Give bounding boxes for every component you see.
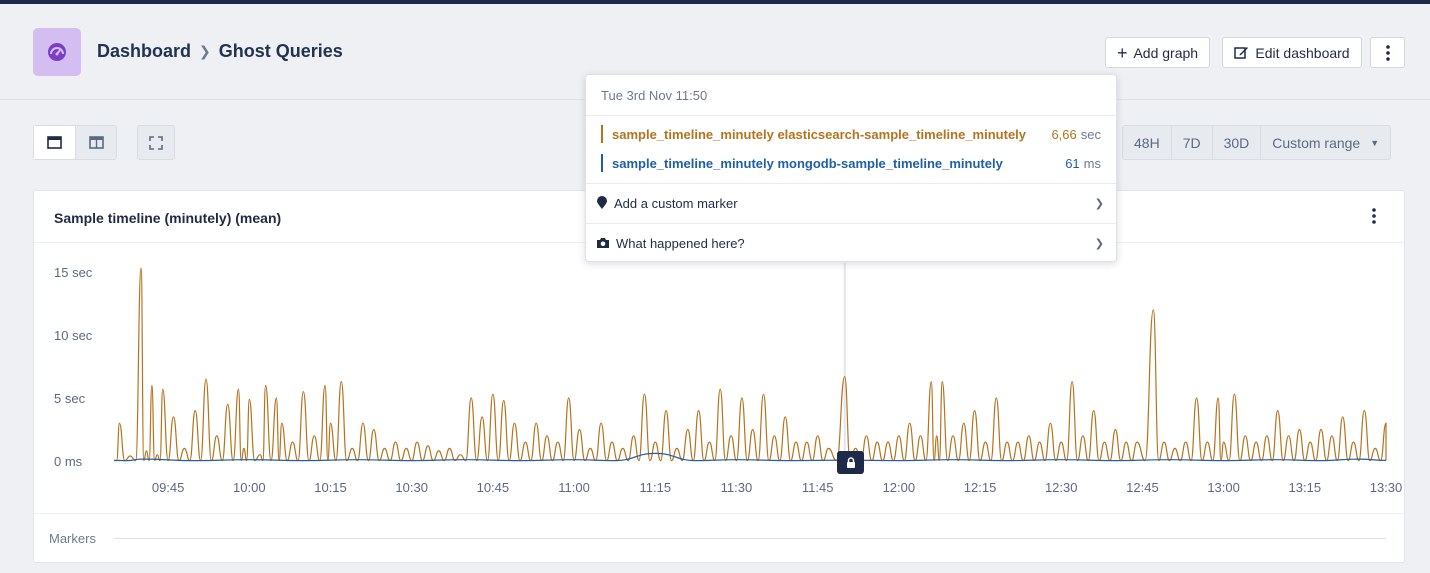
x-tick-label: 13:30 (1370, 480, 1403, 495)
range-7d[interactable]: 7D (1172, 126, 1213, 159)
two-column-button[interactable] (76, 126, 116, 159)
timeline-chart[interactable]: 0 ms 5 sec 10 sec 15 sec 09:45 10:00 10:15 10:3… (34, 243, 1406, 513)
edit-icon (1234, 47, 1249, 59)
tooltip-divider (586, 183, 1116, 184)
custom-range-dropdown[interactable]: Custom range ▼ (1261, 126, 1390, 159)
markers-divider (34, 513, 1404, 514)
camera-icon (597, 238, 609, 248)
markers-track (114, 538, 1386, 539)
x-tick-label: 12:30 (1045, 480, 1078, 495)
single-column-icon (47, 136, 62, 149)
lock-icon (846, 456, 855, 468)
what-happened-label: What happened here? (616, 235, 745, 251)
single-column-button[interactable] (34, 126, 76, 159)
x-tick-label: 10:30 (395, 480, 428, 495)
plus-icon: + (1116, 42, 1128, 63)
range-30d[interactable]: 30D (1213, 126, 1262, 159)
markers-label: Markers (49, 531, 96, 546)
caret-down-icon: ▼ (1370, 137, 1380, 148)
y-tick-label: 10 sec (54, 328, 93, 343)
range-48h[interactable]: 48H (1123, 126, 1172, 159)
gauge-icon[interactable] (33, 28, 81, 76)
series-name: sample_timeline_minutely elasticsearch-s… (612, 126, 1027, 142)
x-tick-label: 10:15 (314, 480, 347, 495)
breadcrumb: Dashboard ❯ Ghost Queries (97, 41, 343, 62)
y-tick-label: 5 sec (54, 391, 86, 406)
x-tick-label: 10:00 (233, 480, 266, 495)
tooltip-divider (586, 115, 1116, 116)
lock-marker-button[interactable] (837, 451, 864, 474)
series-unit: ms (1083, 155, 1101, 171)
x-tick-label: 10:45 (477, 480, 510, 495)
time-range-selector: 48H 7D 30D Custom range ▼ (1122, 125, 1392, 160)
edit-dashboard-button[interactable]: Edit dashboard (1222, 37, 1362, 68)
x-tick-label: 11:30 (721, 480, 753, 495)
panel-menu-button[interactable] (1366, 206, 1382, 226)
tooltip-series-row: sample_timeline_minutely mongodb-sample_… (601, 154, 1101, 172)
add-graph-label: Add graph (1133, 44, 1199, 61)
x-tick-label: 13:00 (1207, 480, 1240, 495)
more-options-button[interactable] (1370, 37, 1405, 68)
fullscreen-icon (149, 135, 163, 150)
map-pin-icon (597, 196, 607, 209)
tooltip-divider (586, 223, 1116, 224)
layout-toggle (33, 125, 117, 160)
edit-dashboard-label: Edit dashboard (1255, 44, 1350, 61)
panel-title: Sample timeline (minutely) (mean) (54, 210, 282, 226)
series-line (113, 267, 1387, 462)
add-custom-marker-action[interactable]: Add a custom marker ❯ (596, 193, 1104, 213)
x-tick-label: 11:45 (802, 480, 834, 495)
y-tick-label: 15 sec (54, 265, 93, 280)
add-graph-button[interactable]: + Add graph (1105, 37, 1210, 68)
chevron-right-icon: ❯ (1094, 197, 1104, 210)
breadcrumb-ghost-queries: Ghost Queries (218, 41, 343, 61)
chevron-right-icon: ❯ (199, 43, 211, 59)
series-unit: sec (1080, 126, 1101, 142)
x-tick-label: 11:00 (558, 480, 590, 495)
fullscreen-button[interactable] (137, 125, 175, 160)
breadcrumb-dashboard[interactable]: Dashboard (97, 41, 191, 62)
x-tick-label: 09:45 (152, 480, 185, 495)
series-name: sample_timeline_minutely mongodb-sample_… (612, 155, 1003, 171)
x-tick-label: 11:15 (639, 480, 671, 495)
series-value: 6,66 (1051, 126, 1077, 142)
series-line (113, 452, 1387, 462)
x-tick-label: 12:00 (883, 480, 916, 495)
two-column-icon (88, 136, 104, 149)
tooltip-date: Tue 3rd Nov 11:50 (601, 88, 708, 103)
series-color-swatch (601, 125, 603, 143)
vertical-dots-icon (1372, 208, 1376, 224)
x-tick-label: 12:15 (964, 480, 997, 495)
series-value: 61 (1065, 155, 1080, 171)
series-color-swatch (601, 154, 603, 172)
what-happened-action[interactable]: What happened here? ❯ (596, 233, 1104, 253)
add-custom-marker-label: Add a custom marker (614, 195, 738, 211)
chevron-right-icon: ❯ (1094, 237, 1104, 250)
x-tick-label: 12:45 (1126, 480, 1159, 495)
hover-tooltip: Tue 3rd Nov 11:50 sample_timeline_minute… (585, 74, 1117, 262)
y-tick-label: 0 ms (54, 454, 83, 469)
vertical-dots-icon (1385, 44, 1390, 61)
x-tick-label: 13:15 (1289, 480, 1322, 495)
custom-range-label: Custom range (1272, 134, 1361, 151)
tooltip-series-row: sample_timeline_minutely elasticsearch-s… (601, 125, 1101, 143)
